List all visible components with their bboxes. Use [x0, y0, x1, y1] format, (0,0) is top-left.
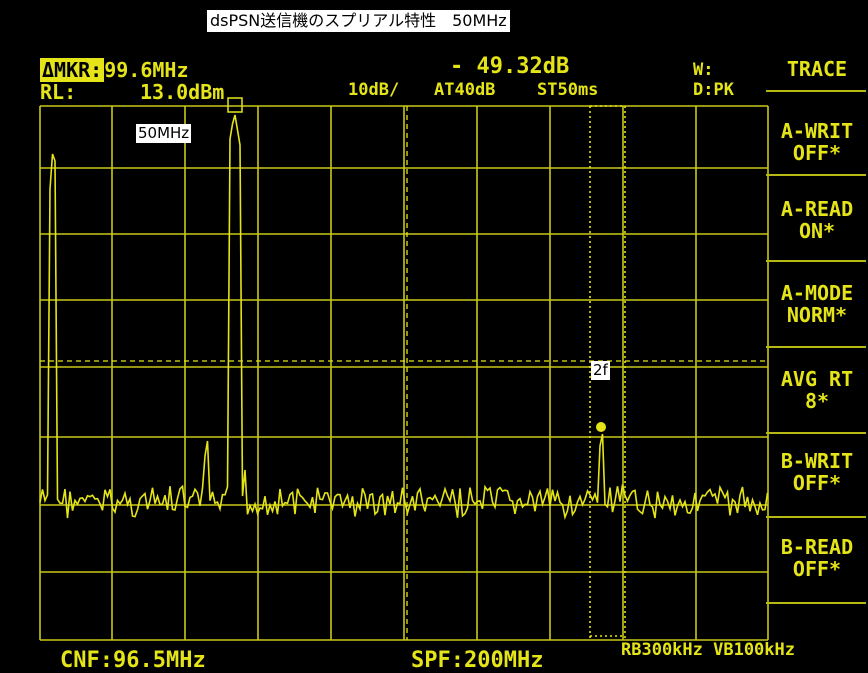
span-readout: SPF:200MHz: [411, 648, 544, 673]
softkey-b-write[interactable]: B-WRIT OFF*: [766, 450, 868, 494]
softkey-divider: [766, 516, 866, 518]
softkey-divider: [766, 432, 866, 434]
ref-level-label: RL:: [40, 80, 77, 104]
softkey-divider: [766, 602, 866, 604]
marker-level: - 49.32dB: [450, 54, 570, 79]
width-label: W:: [693, 60, 714, 80]
softkey-menu: TRACE A-WRIT OFF* A-READ ON* A-MODE NORM* A…: [766, 50, 868, 660]
softkey-avg-rate[interactable]: AVG RT 8*: [766, 368, 868, 412]
spectrum-display: [39, 97, 769, 641]
softkey-divider: [766, 260, 866, 262]
carrier-label: 50MHz: [136, 124, 192, 143]
marker-box: [227, 97, 243, 113]
harmonic-label: 2f: [591, 361, 610, 380]
softkey-title: TRACE: [786, 57, 848, 81]
page-title: dsPSN送信機のスプリアル特性 50MHz: [207, 10, 510, 32]
marker-badge: ΔMKR:: [40, 58, 105, 82]
marker-frequency: 99.6MHz: [104, 58, 189, 82]
ref-level-value: 13.0dBm: [140, 80, 225, 104]
softkey-a-write[interactable]: A-WRIT OFF*: [766, 120, 868, 164]
attenuation-readout: AT40dB: [434, 80, 496, 100]
center-frequency: CNF:96.5MHz: [60, 648, 206, 673]
softkey-a-mode[interactable]: A-MODE NORM*: [766, 282, 868, 326]
graticule: [39, 105, 769, 641]
softkey-divider: [766, 174, 866, 176]
scale-readout: 10dB/: [348, 80, 400, 100]
softkey-b-read[interactable]: B-READ OFF*: [766, 536, 868, 580]
softkey-divider: [766, 346, 866, 348]
softkey-a-read[interactable]: A-READ ON*: [766, 198, 868, 242]
detector-readout: D:PK: [693, 80, 734, 100]
sweep-time-readout: ST50ms: [537, 80, 599, 100]
harmonic-marker-dot: [596, 422, 606, 432]
softkey-divider: [766, 90, 866, 92]
marker-readout: ΔMKR: 99.6MHz: [40, 58, 189, 82]
